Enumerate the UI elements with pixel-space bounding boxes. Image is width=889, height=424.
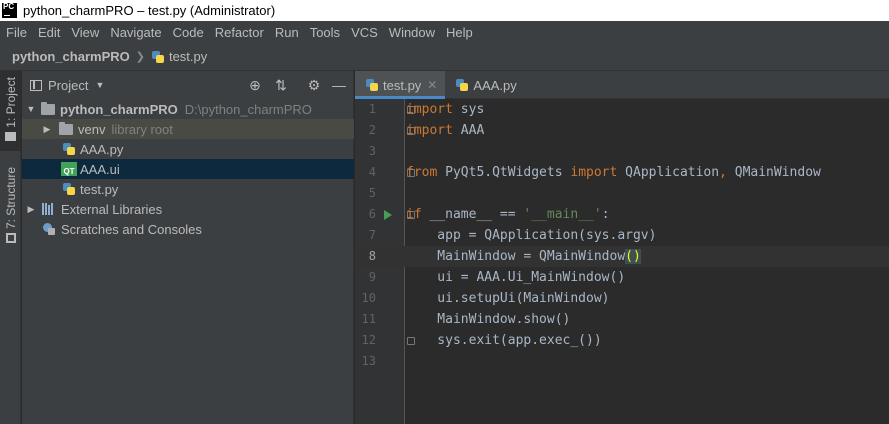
project-path: D:\python_charmPRO (184, 101, 312, 117)
line-number: 12 (361, 333, 376, 347)
tree-item-label: AAA.ui (80, 161, 120, 177)
code-line: if __name__ == '__main__': (406, 207, 610, 222)
structure-tool-tab-label: 7: Structure (3, 167, 18, 230)
python-file-icon (62, 142, 76, 156)
folder-icon (5, 131, 16, 141)
tree-item-aaa-py[interactable]: AAA.py (22, 139, 354, 159)
locate-target-icon[interactable]: ⊕ (247, 77, 263, 93)
menu-tools[interactable]: Tools (304, 25, 345, 40)
tab-label: test.py (383, 77, 422, 93)
breadcrumb: python_charmPRO ❯ test.py (0, 43, 889, 71)
line-number: 13 (361, 354, 376, 368)
tool-window-strip: 1: Project 7: Structure (0, 71, 21, 424)
chevron-down-icon[interactable]: ▼ (95, 80, 104, 90)
tree-item-label: test.py (80, 181, 119, 197)
code-line: from PyQt5.QtWidgets import QApplication… (406, 165, 821, 180)
tab-label: AAA.py (473, 77, 517, 93)
project-tool-tab[interactable]: 1: Project (0, 71, 21, 151)
scratches-icon (42, 222, 56, 236)
code-line: sys.exit(app.exec_()) (406, 333, 602, 348)
tree-item-label: python_charmPRO (60, 101, 178, 117)
menu-refactor[interactable]: Refactor (209, 25, 269, 40)
tree-item-test-py[interactable]: test.py (22, 179, 354, 199)
folder-icon (59, 121, 73, 135)
project-tool-tab-label: 1: Project (3, 77, 18, 128)
code-line: ui = AAA.Ui_MainWindow() (406, 270, 626, 285)
menu-view[interactable]: View (65, 25, 104, 40)
line-number: 10 (361, 291, 376, 305)
line-number: 8 (368, 249, 376, 263)
code-line: MainWindow = QMainWindow() (406, 249, 641, 264)
code-line: MainWindow.show() (406, 312, 571, 327)
tree-item-label: External Libraries (61, 201, 163, 217)
breadcrumb-project[interactable]: python_charmPRO (12, 49, 130, 64)
collapsed-arrow-icon[interactable]: ▶ (41, 124, 53, 135)
chevron-right-icon: ❯ (135, 51, 145, 63)
qt-ui-file-icon: QT (61, 162, 77, 176)
line-number: 5 (368, 186, 376, 200)
title-bar: PC python_charmPRO – test.py (Administra… (0, 0, 889, 21)
menu-edit[interactable]: Edit (32, 25, 65, 40)
line-number: 2 (368, 123, 376, 137)
hide-panel-icon[interactable]: — (331, 77, 347, 93)
tree-item-label: Scratches and Consoles (61, 221, 202, 237)
menu-navigate[interactable]: Navigate (104, 25, 166, 40)
python-file-icon (455, 78, 469, 92)
line-number: 11 (361, 312, 376, 326)
line-number: 1 (368, 102, 376, 116)
expanded-arrow-icon[interactable]: ▼ (25, 104, 37, 114)
editor-tabs: test.py ✕ AAA.py (355, 71, 889, 99)
python-file-icon (151, 50, 165, 64)
code-line: ui.setupUi(MainWindow) (406, 291, 610, 306)
menu-bar: File Edit View Navigate Code Refactor Ru… (0, 21, 889, 43)
python-file-icon (62, 182, 76, 196)
project-panel-header: Project ▼ ⊕ ⇅ ⚙ — (22, 71, 353, 99)
breadcrumb-file[interactable]: test.py (169, 49, 207, 64)
project-view-icon (30, 79, 42, 91)
menu-run[interactable]: Run (269, 25, 304, 40)
run-icon[interactable] (384, 210, 392, 220)
line-number: 7 (368, 228, 376, 242)
close-icon[interactable]: ✕ (427, 78, 437, 92)
code-line: app = QApplication(sys.argv) (406, 228, 657, 243)
menu-window[interactable]: Window (383, 25, 440, 40)
pycharm-logo-icon: PC (2, 3, 17, 18)
gear-icon[interactable]: ⚙ (306, 77, 322, 93)
line-number: 9 (368, 270, 376, 284)
structure-icon (5, 233, 16, 244)
tree-item-label: venv (78, 121, 106, 137)
collapse-all-icon[interactable]: ⇅ (273, 77, 289, 93)
window-title: python_charmPRO – test.py (Administrator… (23, 3, 276, 18)
tree-item-project-root[interactable]: ▼ python_charmPRO D:\python_charmPRO (22, 99, 354, 119)
tab-test-py[interactable]: test.py ✕ (355, 71, 446, 99)
code-editor: test.py ✕ AAA.py 1 2 3 4 5 6 7 8 9 10 11… (355, 71, 889, 424)
collapsed-arrow-icon[interactable]: ▶ (25, 204, 37, 215)
menu-file[interactable]: File (0, 25, 32, 40)
tab-aaa-py[interactable]: AAA.py (445, 71, 524, 99)
tree-item-scratches[interactable]: Scratches and Consoles (22, 219, 354, 239)
library-icon (42, 203, 56, 215)
tree-item-venv[interactable]: ▶ venv library root (22, 119, 354, 139)
tree-item-aaa-ui[interactable]: QT AAA.ui (22, 159, 354, 179)
python-file-icon (365, 78, 379, 92)
structure-tool-tab[interactable]: 7: Structure (0, 163, 21, 249)
menu-help[interactable]: Help (440, 25, 478, 40)
menu-vcs[interactable]: VCS (345, 25, 383, 40)
project-panel: Project ▼ ⊕ ⇅ ⚙ — ▼ python_charmPRO D:\p… (22, 71, 354, 424)
line-number: 4 (368, 165, 376, 179)
code-area[interactable]: import sys import AAA from PyQt5.QtWidge… (406, 99, 889, 424)
tree-item-external-libraries[interactable]: ▶ External Libraries (22, 199, 354, 219)
tree-item-label: AAA.py (80, 141, 124, 157)
line-number: 3 (368, 144, 376, 158)
project-view-selector[interactable]: Project (48, 78, 88, 93)
menu-code[interactable]: Code (167, 25, 209, 40)
line-number: 6 (368, 207, 376, 221)
code-line: import sys (406, 102, 485, 117)
folder-icon (41, 101, 55, 115)
code-line: import AAA (406, 123, 485, 138)
library-root-label: library root (111, 121, 173, 137)
